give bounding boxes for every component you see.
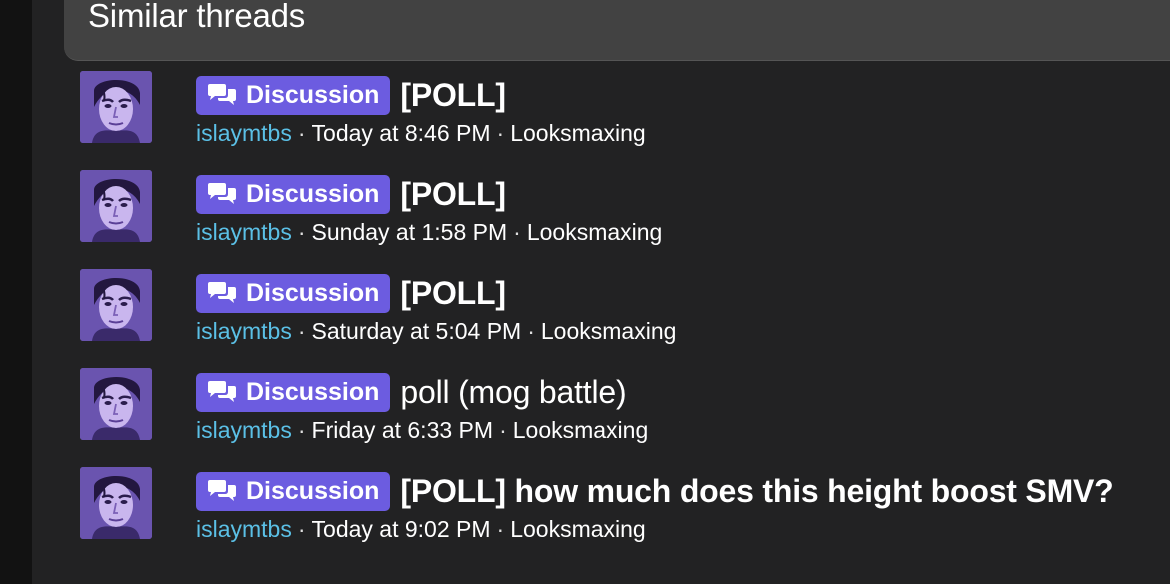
thread-date[interactable]: Friday at 6:33 PM — [312, 417, 494, 443]
thread-item-4: Discussion poll (mog battle) islaymtbs · F… — [80, 368, 1160, 448]
label-text: Discussion — [246, 476, 380, 505]
thread-date[interactable]: Today at 8:46 PM — [312, 120, 491, 146]
forum-link[interactable]: Looksmaxing — [527, 219, 663, 245]
thread-meta: islaymtbs · Saturday at 5:04 PM · Looksmaxin… — [196, 316, 676, 346]
thread-title-link[interactable]: [POLL] how much does this height boost S… — [400, 473, 1113, 510]
chat-bubbles-icon — [208, 480, 236, 501]
chat-bubbles-icon — [208, 381, 236, 402]
thread-title-row: Discussion poll (mog battle) — [196, 372, 627, 412]
meta-separator: · — [499, 417, 507, 443]
chat-bubbles-icon — [208, 84, 236, 105]
thread-item-3: Discussion [POLL] islaymtbs · Saturday at … — [80, 269, 1160, 349]
forum-link[interactable]: Looksmaxing — [541, 318, 677, 344]
user-avatar[interactable] — [80, 170, 152, 242]
thread-meta: islaymtbs · Today at 8:46 PM · Looksmaxing — [196, 118, 646, 148]
thread-title-link[interactable]: [POLL] — [400, 77, 506, 114]
left-gutter — [0, 0, 32, 584]
author-link[interactable]: islaymtbs — [196, 219, 292, 245]
chat-bubbles-icon — [208, 282, 236, 303]
author-link[interactable]: islaymtbs — [196, 516, 292, 542]
thread-title-link[interactable]: poll (mog battle) — [400, 374, 626, 411]
section-title: Similar threads — [88, 0, 306, 34]
meta-separator: · — [496, 516, 505, 542]
thread-date[interactable]: Saturday at 5:04 PM — [312, 318, 522, 344]
discussion-label[interactable]: Discussion — [196, 471, 391, 511]
thread-title-link[interactable]: [POLL] — [400, 275, 506, 312]
thread-date[interactable]: Today at 9:02 PM — [312, 516, 491, 542]
thread-item-5: Discussion [POLL] how much does this hei… — [80, 467, 1160, 547]
meta-separator: · — [297, 417, 306, 443]
author-link[interactable]: islaymtbs — [196, 120, 292, 146]
author-link[interactable]: islaymtbs — [196, 318, 292, 344]
thread-title-row: Discussion [POLL] — [196, 273, 506, 313]
meta-separator: · — [297, 120, 306, 146]
meta-separator: · — [297, 318, 306, 344]
meta-separator: · — [527, 318, 535, 344]
thread-title-row: Discussion [POLL] how much does this hei… — [196, 471, 1114, 511]
meta-separator: · — [297, 219, 306, 245]
label-text: Discussion — [246, 80, 380, 109]
meta-separator: · — [496, 120, 505, 146]
label-text: Discussion — [246, 179, 380, 208]
label-text: Discussion — [246, 377, 380, 406]
chat-bubbles-icon — [208, 183, 236, 204]
thread-title-row: Discussion [POLL] — [196, 174, 506, 214]
forum-link[interactable]: Looksmaxing — [513, 417, 649, 443]
thread-meta: islaymtbs · Friday at 6:33 PM · Looksmaxing — [196, 415, 648, 445]
user-avatar[interactable] — [80, 71, 152, 143]
user-avatar[interactable] — [80, 269, 152, 341]
thread-item-2: Discussion [POLL] islaymtbs · Sunday at 1:… — [80, 170, 1160, 250]
thread-meta: islaymtbs · Sunday at 1:58 PM · Looksmaxing — [196, 217, 662, 247]
thread-title-row: Discussion [POLL] — [196, 75, 506, 115]
author-link[interactable]: islaymtbs — [196, 417, 292, 443]
discussion-label[interactable]: Discussion — [196, 372, 391, 412]
label-text: Discussion — [246, 278, 380, 307]
forum-link[interactable]: Looksmaxing — [510, 120, 646, 146]
user-avatar[interactable] — [80, 467, 152, 539]
meta-separator: · — [297, 516, 306, 542]
thread-item-1: Discussion [POLL] islaymtbs · Today at 8:4… — [80, 71, 1160, 151]
thread-meta: islaymtbs · Today at 9:02 PM · Looksmaxing — [196, 514, 646, 544]
meta-separator: · — [513, 219, 521, 245]
thread-title-link[interactable]: [POLL] — [400, 176, 506, 213]
user-avatar[interactable] — [80, 368, 152, 440]
discussion-label[interactable]: Discussion — [196, 75, 391, 115]
forum-link[interactable]: Looksmaxing — [510, 516, 646, 542]
thread-date[interactable]: Sunday at 1:58 PM — [312, 219, 508, 245]
discussion-label[interactable]: Discussion — [196, 273, 391, 313]
discussion-label[interactable]: Discussion — [196, 174, 391, 214]
